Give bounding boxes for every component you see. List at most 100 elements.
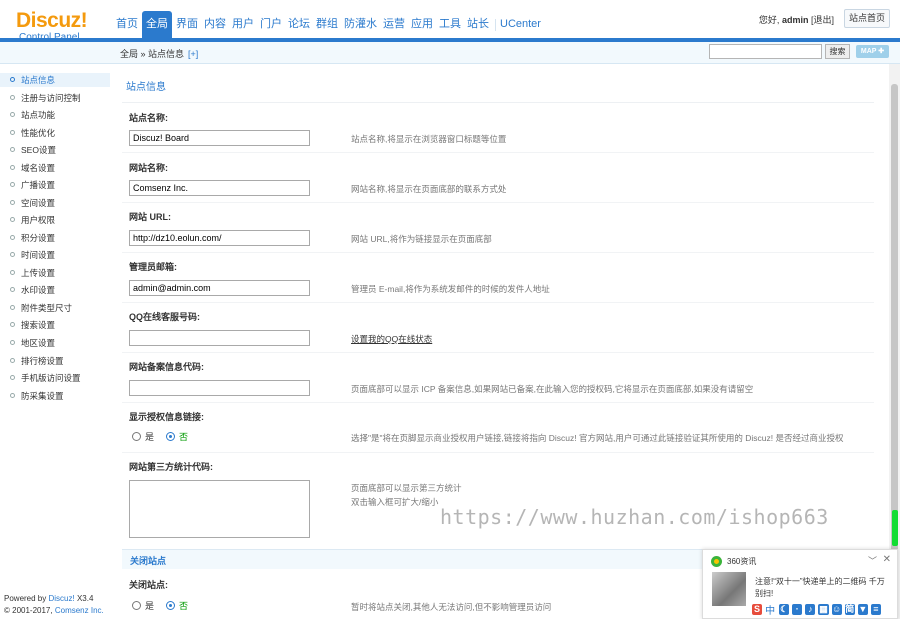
close-yes-radio[interactable]: [132, 601, 141, 610]
sidebar-item-seo[interactable]: SEO设置: [0, 143, 110, 157]
nav-group[interactable]: 群组: [314, 11, 340, 38]
field-description: 选择"是"将在页脚显示商业授权用户链接,链接将指向 Discuz! 官方网站,用…: [351, 433, 844, 443]
bullet-icon: [10, 252, 15, 257]
nav-user[interactable]: 用户: [230, 11, 256, 38]
sidebar-item-upload[interactable]: 上传设置: [0, 266, 110, 280]
sidebar-item-attachment[interactable]: 附件类型尺寸: [0, 301, 110, 315]
news-headline[interactable]: 注意!“双十一”快递单上的二维码 千万别扫!: [755, 576, 890, 600]
license-yes-radio[interactable]: [132, 432, 141, 441]
sidebar-item-mobile[interactable]: 手机版访问设置: [0, 371, 110, 385]
sidebar-item-broadcast[interactable]: 广播设置: [0, 178, 110, 192]
sidebar-item-permissions[interactable]: 用户权限: [0, 213, 110, 227]
emoji-icon[interactable]: ☺: [831, 603, 842, 615]
moon-icon[interactable]: ☾: [779, 603, 790, 615]
admin-email-input[interactable]: admin@admin.com: [129, 280, 310, 296]
sidebar-item-performance[interactable]: 性能优化: [0, 126, 110, 140]
sidebar-item-credits[interactable]: 积分设置: [0, 231, 110, 245]
ime-logo-icon[interactable]: S: [752, 603, 763, 615]
menu-icon[interactable]: ≡: [870, 603, 881, 615]
nav-global[interactable]: 全局: [142, 11, 172, 38]
sidebar-item-label: 域名设置: [21, 163, 56, 173]
site-name-input[interactable]: Discuz! Board: [129, 130, 310, 146]
360-logo-icon: [711, 556, 722, 567]
keyboard-icon[interactable]: ▦: [818, 603, 829, 615]
qq-service-input[interactable]: [129, 330, 310, 346]
version: X3.4: [76, 594, 94, 603]
close-no-radio[interactable]: [166, 601, 176, 610]
bullet-icon: [10, 393, 15, 398]
divider: [122, 352, 874, 353]
sidebar-item-ranking[interactable]: 排行榜设置: [0, 354, 110, 368]
license-radio-group: 是 否: [132, 430, 200, 443]
admin-search-input[interactable]: [709, 44, 822, 59]
close-radio-group: 是 否: [132, 599, 200, 612]
sidebar-item-functions[interactable]: 站点功能: [0, 108, 110, 122]
sidebar-item-label: 附件类型尺寸: [21, 303, 73, 313]
nav-style[interactable]: 界面: [174, 11, 200, 38]
add-shortcut-link[interactable]: [+]: [188, 49, 198, 59]
sidebar-item-label: SEO设置: [21, 145, 56, 155]
divider: [122, 152, 874, 153]
nav-home[interactable]: 首页: [114, 11, 140, 38]
news-thumbnail[interactable]: [712, 572, 746, 606]
sidebar-item-watermark[interactable]: 水印设置: [0, 283, 110, 297]
sidebar-item-register[interactable]: 注册与访问控制: [0, 91, 110, 105]
ime-mode-label[interactable]: 中: [765, 602, 775, 617]
bullet-icon: [10, 182, 15, 187]
logout-link[interactable]: [退出]: [811, 15, 834, 25]
site-home-button[interactable]: 站点首页: [843, 9, 890, 28]
field-label: QQ在线客服号码:: [129, 312, 200, 322]
bullet-icon: [10, 130, 15, 135]
license-no-radio[interactable]: [166, 432, 176, 441]
nav-antispam[interactable]: 防灌水: [342, 11, 379, 38]
breadcrumb: 全局 » 站点信息 [+]: [120, 47, 198, 60]
sidebar-item-domain[interactable]: 域名设置: [0, 161, 110, 175]
website-name-input[interactable]: Comsenz Inc.: [129, 180, 310, 196]
nav-operation[interactable]: 运营: [381, 11, 407, 38]
discuz-link[interactable]: Discuz!: [48, 594, 74, 603]
field-label: 网站备案信息代码:: [129, 362, 204, 372]
nav-apps[interactable]: 应用: [409, 11, 435, 38]
qq-status-link[interactable]: 设置我的QQ在线状态: [351, 332, 432, 346]
sidebar-item-region[interactable]: 地区设置: [0, 336, 110, 350]
logo-main-text: Discuz!: [16, 9, 88, 32]
website-url-input[interactable]: http://dz10.eolun.com/: [129, 230, 310, 246]
nav-forum[interactable]: 论坛: [286, 11, 312, 38]
icp-input[interactable]: [129, 380, 310, 396]
breadcrumb-text: 全局 » 站点信息: [120, 49, 185, 59]
mic-icon[interactable]: ♪: [805, 603, 816, 615]
nav-founder[interactable]: 站长: [465, 11, 491, 38]
sidebar-item-anticollect[interactable]: 防采集设置: [0, 389, 110, 403]
copyright-prefix: © 2001-2017,: [4, 606, 53, 615]
sidebar-item-search[interactable]: 搜索设置: [0, 318, 110, 332]
punctuation-icon[interactable]: ·: [792, 603, 803, 615]
chevron-down-icon[interactable]: ﹀: [868, 554, 877, 567]
sidebar-item-time[interactable]: 时间设置: [0, 248, 110, 262]
comsenz-link[interactable]: Comsenz Inc.: [55, 606, 104, 615]
sidebar-item-space[interactable]: 空间设置: [0, 196, 110, 210]
sidebar-item-site-info[interactable]: 站点信息: [0, 73, 110, 87]
skin-icon[interactable]: ▼: [857, 603, 868, 615]
nav-ucenter[interactable]: UCenter: [498, 11, 543, 38]
stats-code-textarea[interactable]: [129, 480, 310, 538]
admin-search-button[interactable]: 搜索: [825, 44, 850, 59]
close-icon[interactable]: ✕: [883, 554, 891, 565]
divider: [122, 402, 874, 403]
simplified-icon[interactable]: 简: [844, 603, 855, 615]
nav-content[interactable]: 内容: [202, 11, 228, 38]
sidebar-item-label: 性能优化: [21, 128, 56, 138]
sidebar-item-label: 搜索设置: [21, 320, 56, 330]
bullet-icon: [10, 235, 15, 240]
greeting-text: 您好,: [758, 15, 780, 25]
nav-tools[interactable]: 工具: [437, 11, 463, 38]
field-label: 网站第三方统计代码:: [129, 462, 213, 472]
bullet-icon: [10, 217, 15, 222]
nav-portal[interactable]: 门户: [258, 11, 284, 38]
map-button[interactable]: MAP ✚: [856, 45, 889, 58]
field-description: 双击输入框可扩大/缩小: [351, 497, 439, 507]
field-label: 管理员邮箱:: [129, 262, 177, 272]
popup-header: 360资讯: [711, 556, 756, 567]
sidebar-item-label: 排行榜设置: [21, 356, 64, 366]
field-description: 页面底部可以显示第三方统计: [351, 483, 462, 493]
sidebar-item-label: 站点信息: [21, 75, 56, 85]
